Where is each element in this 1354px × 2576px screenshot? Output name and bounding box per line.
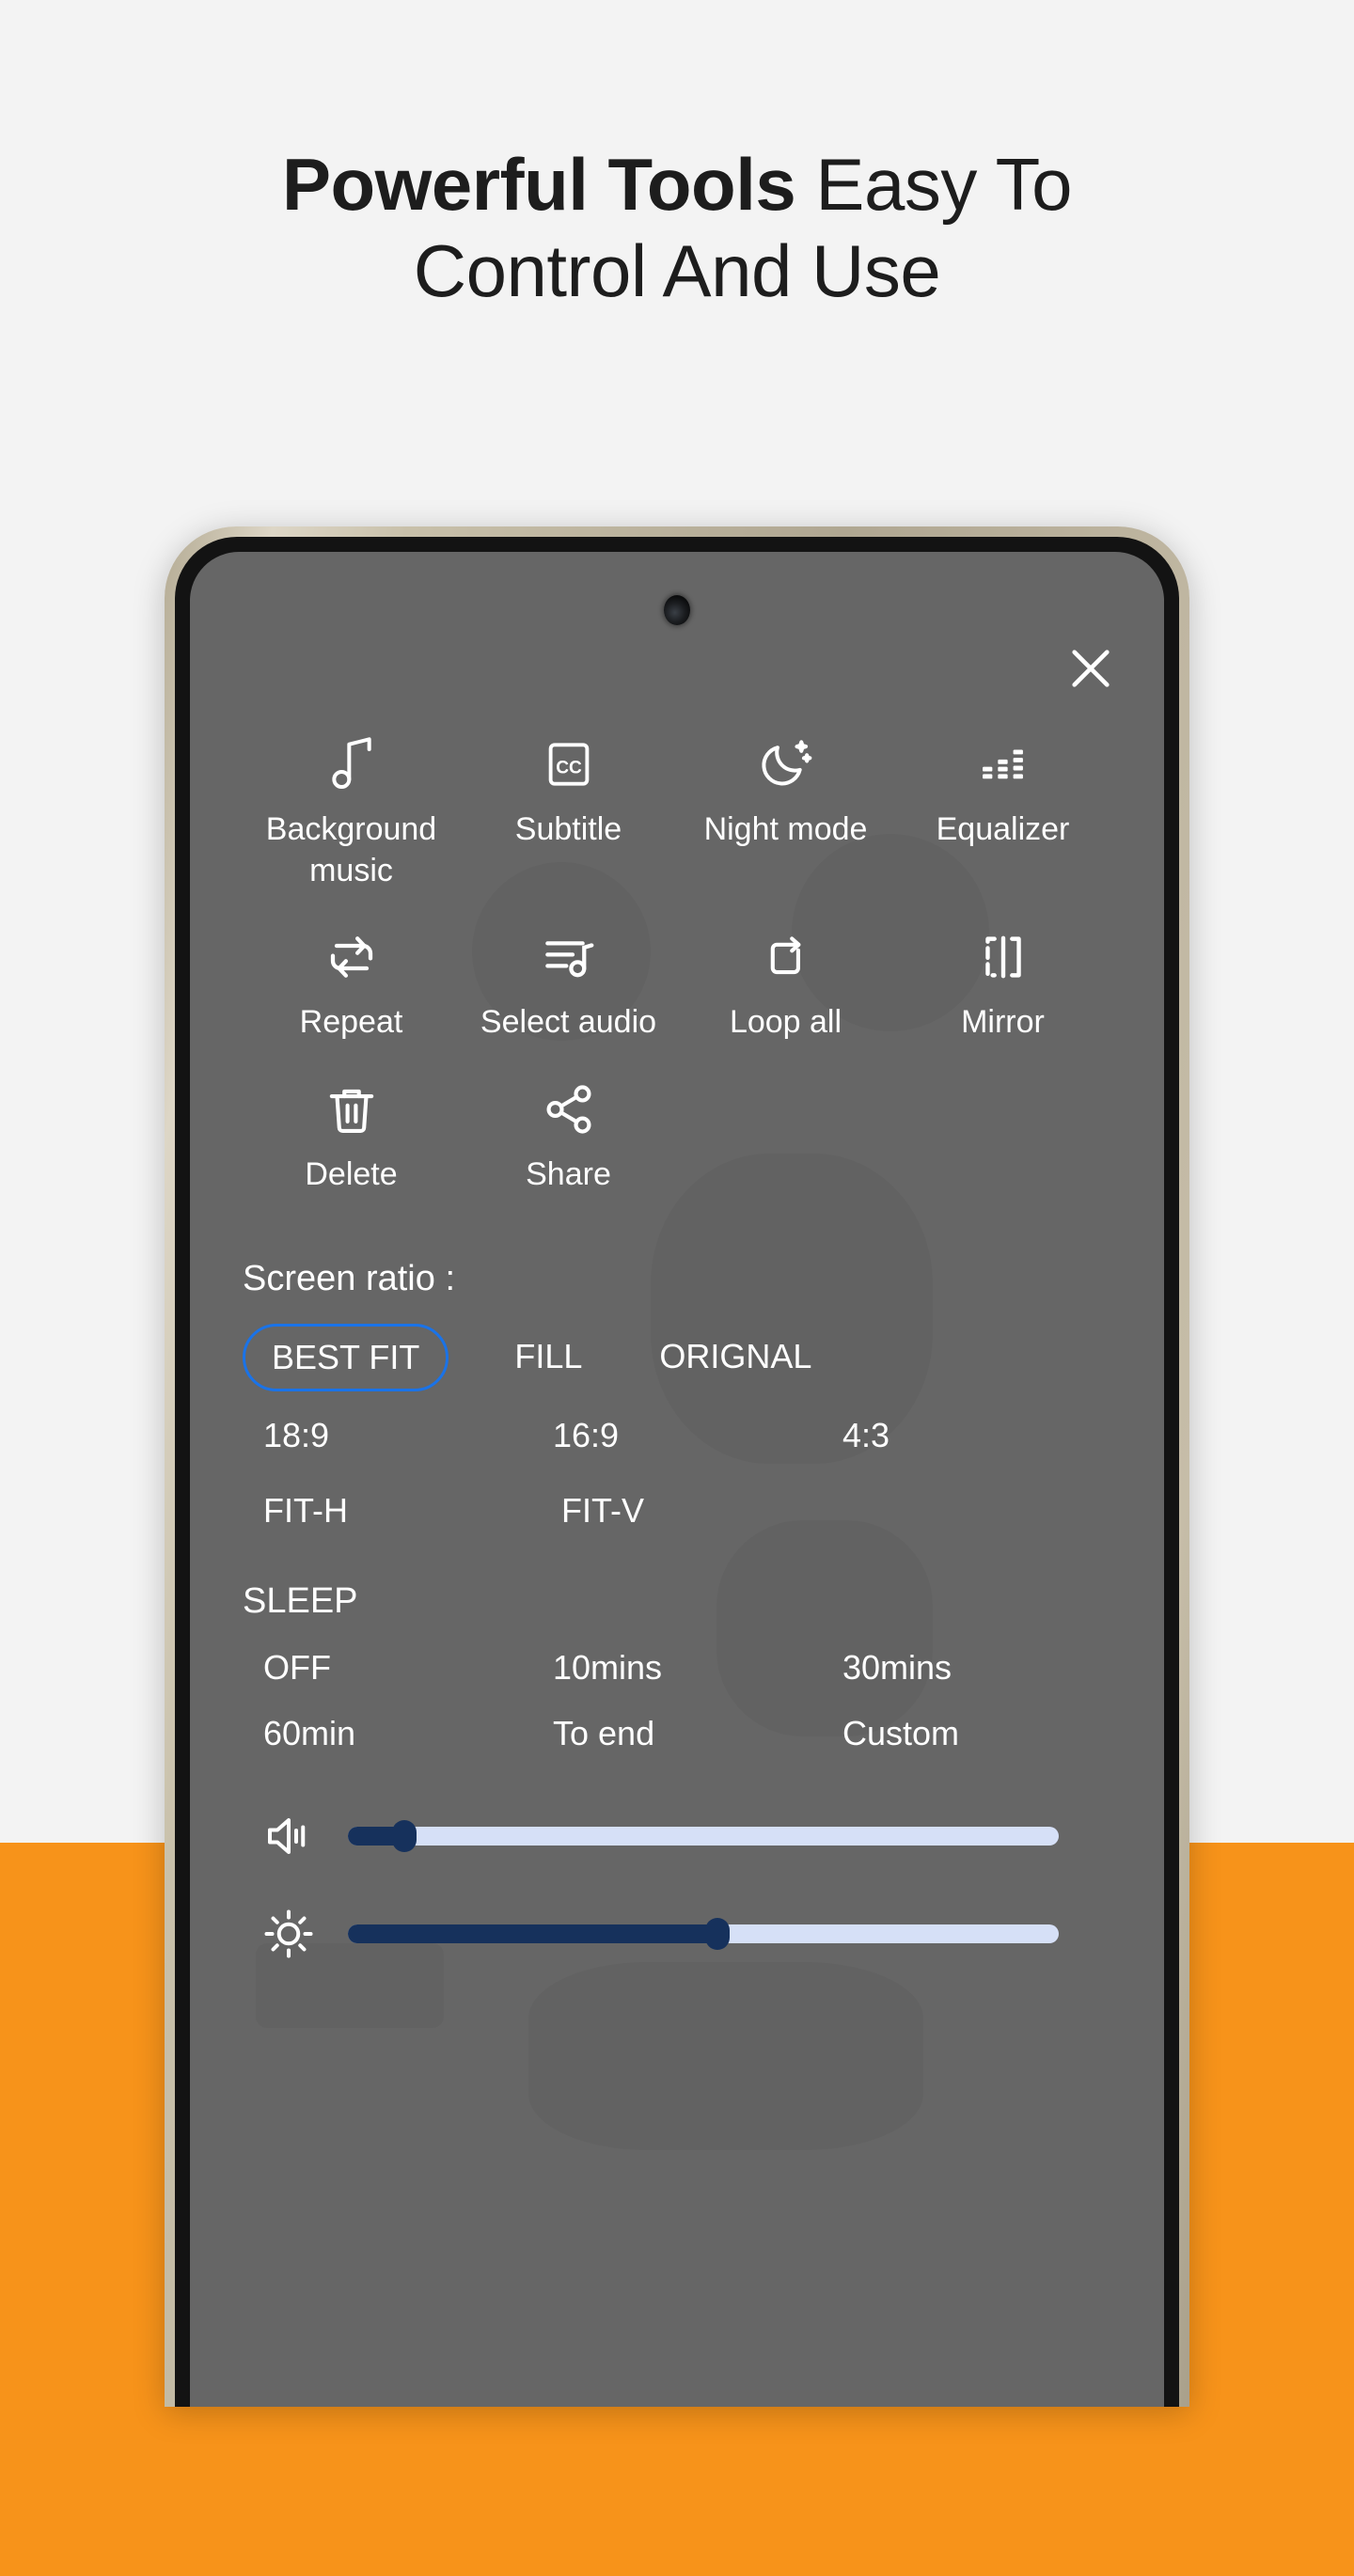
music-note-icon bbox=[322, 730, 382, 798]
screen-ratio-row-2: 18:9 16:9 4:3 bbox=[243, 1403, 1111, 1469]
background-video-blur bbox=[528, 1962, 923, 2150]
trash-icon bbox=[323, 1076, 381, 1143]
screen-ratio-row-3: FIT-H FIT-V bbox=[243, 1478, 1111, 1544]
sleep-option-to-end[interactable]: To end bbox=[532, 1701, 822, 1767]
sleep-option-30mins[interactable]: 30mins bbox=[822, 1635, 1111, 1701]
volume-slider-thumb[interactable] bbox=[392, 1820, 417, 1853]
tool-label: Repeat bbox=[299, 1004, 403, 1041]
close-button[interactable] bbox=[1061, 638, 1121, 699]
tools-grid: Background music CC Subtitle Night mode … bbox=[243, 730, 1111, 1227]
repeat-icon bbox=[322, 923, 382, 991]
phone-screen: Background music CC Subtitle Night mode … bbox=[190, 552, 1164, 2407]
brightness-slider-thumb[interactable] bbox=[705, 1918, 731, 1951]
brightness-slider-fill bbox=[348, 1924, 718, 1944]
volume-slider-row bbox=[243, 1808, 1111, 1864]
close-icon bbox=[1072, 650, 1110, 687]
tool-label: Background music bbox=[265, 811, 437, 888]
tool-night-mode[interactable]: Night mode bbox=[677, 730, 894, 891]
tool-background-music[interactable]: Background music bbox=[243, 730, 460, 891]
tool-label: Mirror bbox=[961, 1004, 1045, 1041]
tool-label: Equalizer bbox=[936, 811, 1070, 847]
sleep-option-10mins[interactable]: 10mins bbox=[532, 1635, 822, 1701]
tool-delete[interactable]: Delete bbox=[243, 1076, 460, 1196]
tool-subtitle[interactable]: CC Subtitle bbox=[460, 730, 677, 891]
volume-icon bbox=[248, 1808, 329, 1864]
sleep-row-2: 60min To end Custom bbox=[243, 1701, 1111, 1767]
brightness-slider[interactable] bbox=[348, 1918, 1059, 1951]
tool-label: Subtitle bbox=[514, 811, 622, 847]
page-title-rest: Easy To bbox=[795, 143, 1072, 226]
tool-label: Loop all bbox=[729, 1004, 842, 1041]
svg-text:CC: CC bbox=[556, 758, 582, 778]
sleep-title: SLEEP bbox=[243, 1581, 358, 1622]
moon-stars-icon bbox=[756, 730, 816, 798]
tool-spacer bbox=[677, 1076, 894, 1196]
tool-label: Share bbox=[526, 1155, 611, 1192]
tool-loop-all[interactable]: Loop all bbox=[677, 923, 894, 1044]
tool-mirror[interactable]: Mirror bbox=[894, 923, 1111, 1044]
ratio-option-fill[interactable]: FILL bbox=[505, 1324, 591, 1391]
front-camera-punch-hole-icon bbox=[664, 595, 690, 625]
sleep-option-custom[interactable]: Custom bbox=[822, 1701, 1111, 1767]
phone-bezel: Background music CC Subtitle Night mode … bbox=[175, 537, 1179, 2407]
volume-slider[interactable] bbox=[348, 1820, 1059, 1853]
ratio-option-18-9[interactable]: 18:9 bbox=[243, 1403, 532, 1469]
phone-mockup: Background music CC Subtitle Night mode … bbox=[165, 526, 1189, 2407]
tool-label: Select audio bbox=[480, 1004, 657, 1041]
share-nodes-icon bbox=[540, 1076, 598, 1143]
screen-ratio-row-1: BEST FIT FILL ORIGNAL bbox=[243, 1324, 1111, 1392]
page-title-line2: Control And Use bbox=[413, 229, 941, 313]
loop-all-icon bbox=[757, 923, 815, 991]
screen-ratio-title: Screen ratio : bbox=[243, 1259, 455, 1299]
sleep-option-60min[interactable]: 60min bbox=[243, 1701, 532, 1767]
ratio-option-orignal[interactable]: ORIGNAL bbox=[650, 1324, 821, 1391]
tool-label: Night mode bbox=[703, 811, 868, 847]
audio-track-list-icon bbox=[539, 923, 599, 991]
ratio-option-4-3[interactable]: 4:3 bbox=[822, 1403, 1111, 1469]
tool-spacer bbox=[894, 1076, 1111, 1196]
brightness-slider-row bbox=[243, 1906, 1111, 1962]
tool-share[interactable]: Share bbox=[460, 1076, 677, 1196]
mirror-icon bbox=[974, 923, 1032, 991]
brightness-icon bbox=[248, 1906, 329, 1962]
tool-select-audio[interactable]: Select audio bbox=[460, 923, 677, 1044]
tool-label: Delete bbox=[305, 1155, 398, 1192]
tool-repeat[interactable]: Repeat bbox=[243, 923, 460, 1044]
ratio-option-best-fit[interactable]: BEST FIT bbox=[243, 1324, 449, 1392]
ratio-option-16-9[interactable]: 16:9 bbox=[532, 1403, 822, 1469]
page-title: Powerful Tools Easy To Control And Use bbox=[0, 141, 1354, 314]
ratio-option-fit-v[interactable]: FIT-V bbox=[541, 1478, 839, 1544]
ratio-option-fit-h[interactable]: FIT-H bbox=[243, 1478, 541, 1544]
sleep-row-1: OFF 10mins 30mins bbox=[243, 1635, 1111, 1701]
options-panel: Background music CC Subtitle Night mode … bbox=[190, 730, 1164, 1962]
tool-equalizer[interactable]: Equalizer bbox=[894, 730, 1111, 891]
page-title-bold: Powerful Tools bbox=[282, 143, 796, 226]
equalizer-icon bbox=[974, 730, 1032, 798]
closed-caption-icon: CC bbox=[540, 730, 598, 798]
sleep-option-off[interactable]: OFF bbox=[243, 1635, 532, 1701]
